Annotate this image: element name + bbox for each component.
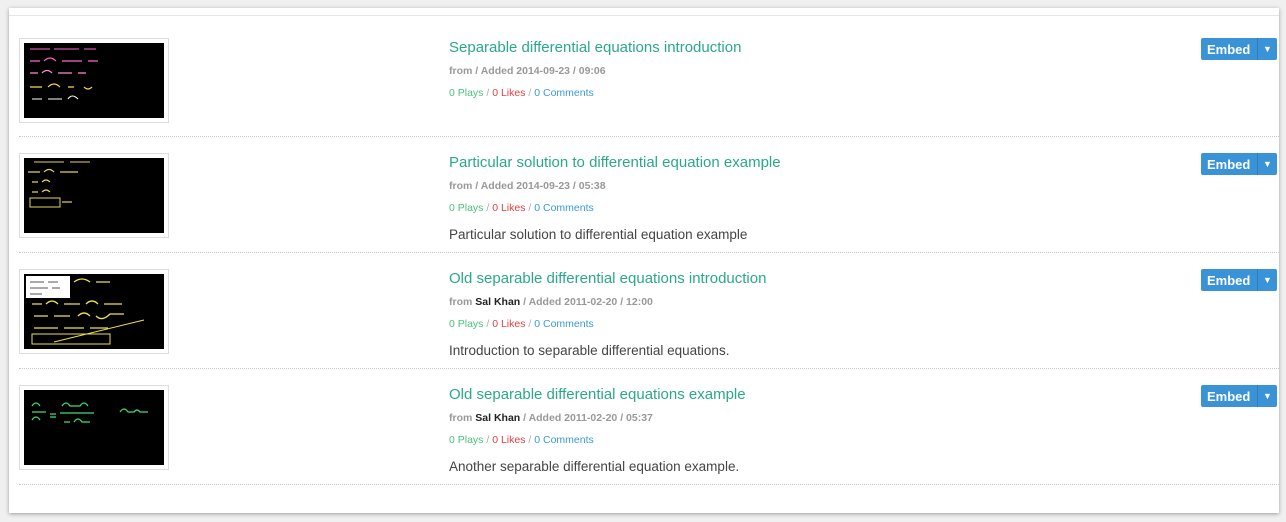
caret-down-icon[interactable]: ▼ [1258,275,1277,285]
video-stats: 0 Plays / 0 Likes / 0 Comments [449,434,594,446]
video-thumbnail[interactable] [19,385,169,470]
video-row: Separable differential equations introdu… [19,38,1279,137]
video-title-link[interactable]: Old separable differential equations int… [449,270,766,287]
from-label: from [449,412,473,424]
video-stats: 0 Plays / 0 Likes / 0 Comments [449,318,594,330]
added-date: / Added 2014-09-23 / 05:38 [475,180,606,192]
added-date: / Added 2014-09-23 / 09:06 [475,65,606,77]
embed-label: Embed [1207,272,1251,288]
embed-button[interactable]: Embed ▼ [1201,38,1277,60]
thumbnail-image [24,43,164,118]
author-link[interactable]: Sal Khan [475,412,520,424]
video-meta: from / Added 2014-09-23 / 09:06 [449,65,606,77]
likes-count[interactable]: 0 Likes [492,434,525,446]
embed-button[interactable]: Embed ▼ [1201,385,1277,407]
plays-count[interactable]: 0 Plays [449,202,483,214]
likes-count[interactable]: 0 Likes [492,202,525,214]
plays-count[interactable]: 0 Plays [449,87,483,99]
video-meta: from / Added 2014-09-23 / 05:38 [449,180,606,192]
video-thumbnail[interactable] [19,269,169,354]
from-label: from [449,180,473,192]
embed-label: Embed [1207,156,1251,172]
video-stats: 0 Plays / 0 Likes / 0 Comments [449,87,594,99]
caret-down-icon[interactable]: ▼ [1258,159,1277,169]
video-stats: 0 Plays / 0 Likes / 0 Comments [449,202,594,214]
video-meta: from Sal Khan / Added 2011-02-20 / 12:00 [449,296,653,308]
video-description: Another separable differential equation … [449,459,740,474]
video-row: Old separable differential equations exa… [19,385,1279,485]
video-row: Old separable differential equations int… [19,269,1279,369]
panel-divider [9,15,1279,16]
video-thumbnail[interactable] [19,38,169,123]
video-thumbnail[interactable] [19,153,169,238]
embed-button[interactable]: Embed ▼ [1201,269,1277,291]
plays-count[interactable]: 0 Plays [449,318,483,330]
caret-down-icon[interactable]: ▼ [1258,391,1277,401]
likes-count[interactable]: 0 Likes [492,318,525,330]
embed-label: Embed [1207,388,1251,404]
caret-down-icon[interactable]: ▼ [1258,44,1277,54]
comments-count[interactable]: 0 Comments [534,434,594,446]
comments-count[interactable]: 0 Comments [534,87,594,99]
thumbnail-image [24,390,164,465]
video-title-link[interactable]: Separable differential equations introdu… [449,39,741,56]
from-label: from [449,65,473,77]
thumbnail-image [24,158,164,233]
video-list-panel: Separable differential equations introdu… [9,8,1279,513]
comments-count[interactable]: 0 Comments [534,318,594,330]
added-date: / Added 2011-02-20 / 12:00 [520,296,653,308]
video-description: Introduction to separable differential e… [449,343,730,358]
likes-count[interactable]: 0 Likes [492,87,525,99]
added-date: / Added 2011-02-20 / 05:37 [520,412,653,424]
video-meta: from Sal Khan / Added 2011-02-20 / 05:37 [449,412,653,424]
comments-count[interactable]: 0 Comments [534,202,594,214]
video-title-link[interactable]: Old separable differential equations exa… [449,386,746,403]
from-label: from [449,296,473,308]
video-description: Particular solution to differential equa… [449,227,748,242]
video-title-link[interactable]: Particular solution to differential equa… [449,154,781,171]
plays-count[interactable]: 0 Plays [449,434,483,446]
author-link[interactable]: Sal Khan [475,296,520,308]
video-row: Particular solution to differential equa… [19,153,1279,253]
thumbnail-image [24,274,164,349]
embed-button[interactable]: Embed ▼ [1201,153,1277,175]
embed-label: Embed [1207,41,1251,57]
